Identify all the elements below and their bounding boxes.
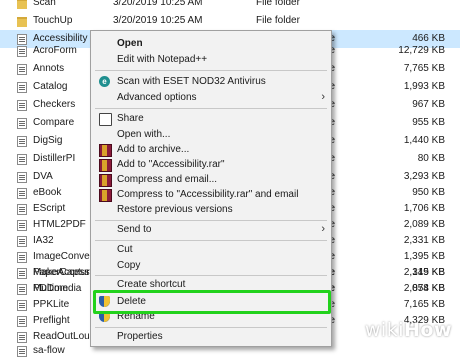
file-icon — [17, 64, 27, 75]
menu-item-label: Properties — [117, 331, 163, 342]
menu-item-label: Compress to "Accessibility.rar" and emai… — [117, 189, 299, 200]
file-name: Compare — [33, 117, 75, 128]
menu-item-label: Copy — [117, 260, 141, 271]
file-name: ReadOutLoud — [33, 331, 96, 342]
file-size: 955 KB — [412, 117, 445, 128]
file-icon — [17, 204, 27, 215]
file-icon — [17, 300, 27, 311]
watermark-how: How — [403, 319, 452, 341]
menu-item-send-to[interactable]: Send to › — [91, 221, 331, 239]
file-icon — [17, 316, 27, 327]
file-name: EScript — [33, 203, 66, 214]
menu-item-label: Share — [117, 113, 144, 124]
file-icon — [17, 346, 27, 357]
file-size: 3,293 KB — [403, 171, 445, 182]
file-icon — [17, 252, 27, 263]
file-date: 3/20/2019 10:25 AM — [113, 0, 203, 8]
file-name: Scan — [33, 0, 56, 8]
menu-item-label: Add to "Accessibility.rar" — [117, 159, 225, 170]
file-icon — [17, 172, 27, 183]
watermark-wiki: wiki — [364, 319, 404, 341]
file-date: 3/20/2019 10:25 AM — [113, 15, 203, 26]
file-name: TouchUp — [33, 15, 73, 26]
file-icon — [17, 100, 27, 111]
file-size: 2,149 KB — [403, 267, 445, 278]
file-size: 12,729 KB — [398, 45, 445, 56]
file-size: 7,165 KB — [403, 299, 445, 310]
file-icon — [17, 236, 27, 247]
file-size: 967 KB — [412, 99, 445, 110]
menu-item-label: Create shortcut — [117, 279, 186, 290]
file-name: sa-flow — [33, 345, 65, 356]
file-size: 2,089 KB — [403, 219, 445, 230]
file-type: File folder — [256, 15, 300, 26]
menu-item-advanced-options[interactable]: Advanced options › — [91, 89, 331, 107]
chevron-right-icon: › — [321, 223, 325, 235]
file-icon — [17, 118, 27, 129]
chevron-right-icon: › — [321, 91, 325, 103]
file-icon — [17, 188, 27, 199]
menu-item-copy[interactable]: Copy — [91, 257, 331, 275]
file-row[interactable]: Scan 3/20/2019 10:25 AM File folder — [0, 0, 460, 12]
menu-item-edit-notepad[interactable]: Edit with Notepad++ — [91, 51, 331, 69]
file-icon — [17, 136, 27, 147]
file-row[interactable]: TouchUp 3/20/2019 10:25 AM File folder — [0, 12, 460, 30]
file-icon — [17, 46, 27, 57]
file-name: Checkers — [33, 99, 76, 110]
file-size: 1,395 KB — [403, 251, 445, 262]
menu-item-label: Compress and email... — [117, 174, 218, 185]
file-size: 2,331 KB — [403, 235, 445, 246]
eset-icon: e — [99, 76, 110, 87]
file-name: PPKLite — [33, 299, 70, 310]
file-name: PaperCapture — [33, 267, 96, 278]
file-name: DistillerPI — [33, 153, 76, 164]
delete-highlight-box — [93, 290, 331, 314]
file-name: DigSig — [33, 135, 63, 146]
menu-item-label: Restore previous versions — [117, 204, 233, 215]
file-name: DVA — [33, 171, 53, 182]
file-size: 1,706 KB — [403, 203, 445, 214]
file-size: 858 KB — [412, 283, 445, 294]
file-size: 7,765 KB — [403, 63, 445, 74]
file-icon — [17, 154, 27, 165]
share-icon — [99, 113, 112, 126]
menu-separator — [95, 70, 327, 71]
file-type: File folder — [256, 0, 300, 8]
file-size: 1,993 KB — [403, 81, 445, 92]
wikihow-watermark: wikiHow — [365, 319, 452, 341]
file-size: 1,440 KB — [403, 135, 445, 146]
file-name: PDDom — [33, 283, 69, 294]
menu-item-label: Edit with Notepad++ — [117, 54, 208, 65]
menu-item-properties[interactable]: Properties — [91, 328, 331, 346]
menu-item-label: Open with... — [117, 129, 171, 140]
file-name: IA32 — [33, 235, 54, 246]
menu-item-label: Cut — [117, 244, 133, 255]
file-name: Annots — [33, 63, 65, 74]
file-size: 80 KB — [417, 153, 445, 164]
menu-item-label: Add to archive... — [117, 144, 190, 155]
file-name: HTML2PDF — [33, 219, 86, 230]
menu-item-label: Scan with ESET NOD32 Antivirus — [117, 76, 266, 87]
file-icon — [17, 284, 27, 295]
file-size: 950 KB — [412, 187, 445, 198]
menu-separator — [95, 108, 327, 109]
file-icon — [17, 82, 27, 93]
file-name: eBook — [33, 187, 62, 198]
file-icon — [17, 220, 27, 231]
folder-icon — [17, 17, 27, 27]
file-name: Preflight — [33, 315, 70, 326]
folder-icon — [17, 0, 27, 9]
file-name: AcroForm — [33, 45, 77, 56]
file-name: Catalog — [33, 81, 68, 92]
menu-item-restore-versions[interactable]: Restore previous versions — [91, 201, 331, 219]
menu-item-label: Open — [117, 38, 143, 49]
menu-item-label: Advanced options — [117, 92, 197, 103]
file-icon — [17, 268, 27, 279]
menu-item-label: Send to — [117, 224, 152, 235]
